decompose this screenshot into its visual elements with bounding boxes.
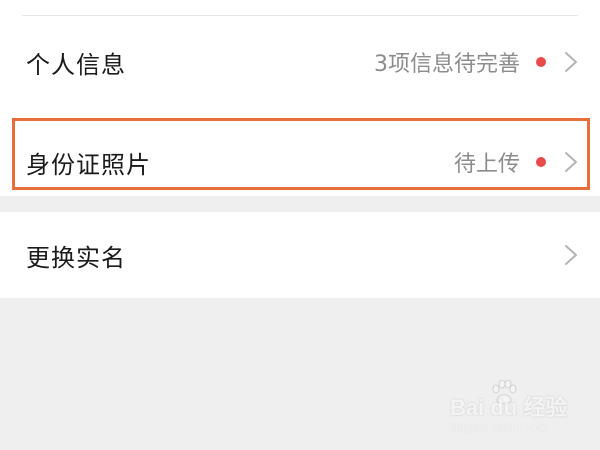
baidu-paw-icon	[492, 380, 517, 405]
change-name-card: 更换实名	[0, 212, 600, 298]
watermark-url: jingyan.baidu.com	[450, 420, 547, 434]
personal-info-label: 个人信息	[26, 50, 126, 79]
personal-info-status: 3项信息待完善	[374, 52, 520, 77]
previous-section-edge	[0, 0, 600, 16]
id-card-photo-status: 待上传	[453, 152, 520, 177]
personal-info-row[interactable]: 个人信息 3项信息待完善	[0, 16, 600, 108]
chevron-right-icon	[565, 152, 577, 172]
chevron-right-icon	[565, 52, 577, 72]
change-real-name-row[interactable]: 更换实名	[0, 212, 600, 298]
status-dot	[536, 157, 546, 167]
watermark-logo-text: Bai du 经验	[450, 395, 568, 420]
id-card-photo-label: 身份证照片	[26, 150, 151, 179]
chevron-right-icon	[565, 245, 577, 265]
id-card-photo-row[interactable]: 身份证照片 待上传	[0, 118, 600, 206]
status-dot	[536, 57, 546, 67]
change-real-name-label: 更换实名	[26, 243, 126, 272]
info-card: 个人信息 3项信息待完善 身份证照片 待上传	[0, 16, 600, 196]
watermark: Bai du 经验 jingyan.baidu.com	[450, 380, 580, 440]
